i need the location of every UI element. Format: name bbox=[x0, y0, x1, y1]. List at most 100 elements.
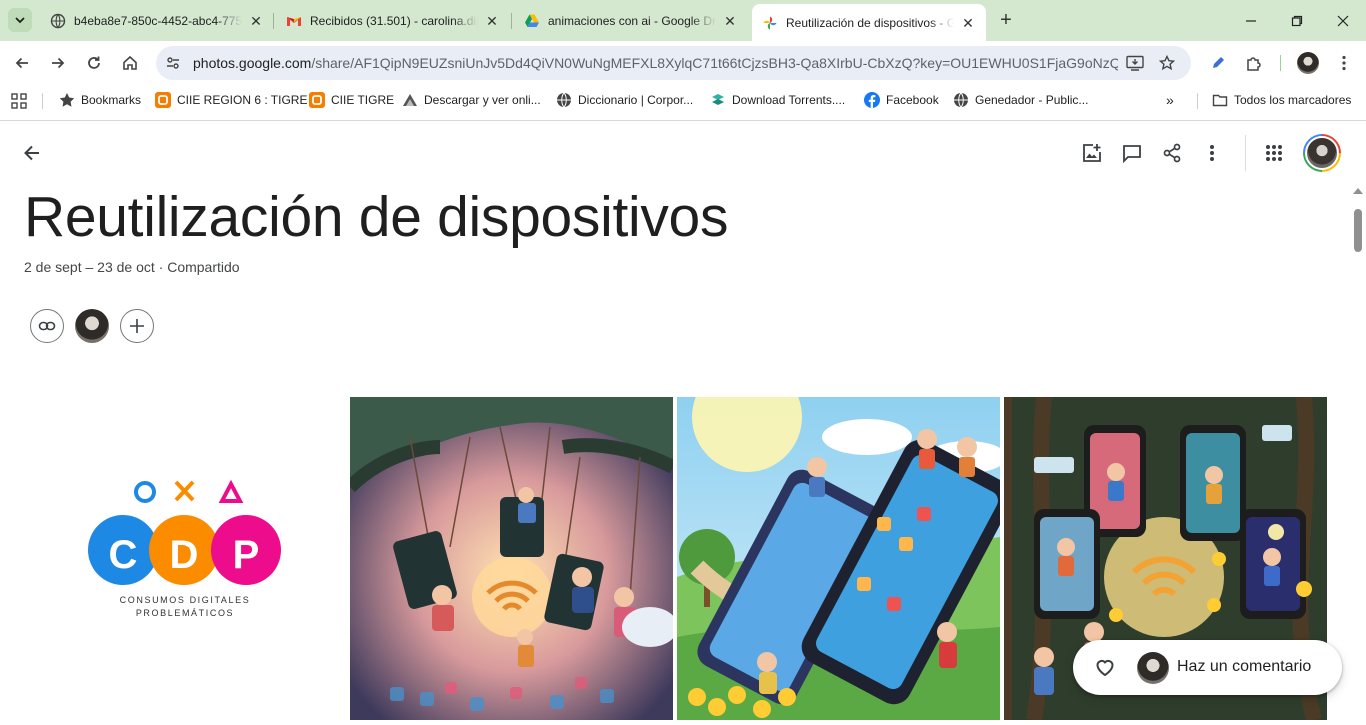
copy-link-button[interactable] bbox=[30, 309, 64, 343]
home-icon bbox=[123, 55, 137, 70]
gmail-icon bbox=[287, 17, 301, 26]
url-host: photos.google.com bbox=[193, 55, 312, 71]
photo-logo-cdp[interactable]: C D P CONSUMOS DIGITALES PROBLEMÁTICOS bbox=[24, 397, 346, 720]
tab-4-active[interactable]: Reutilización de dispositivos - G ✕ bbox=[752, 4, 986, 41]
restore-button[interactable] bbox=[1274, 0, 1320, 41]
close-icon[interactable]: ✕ bbox=[722, 13, 738, 29]
tab-search-button[interactable] bbox=[8, 8, 32, 32]
toolbar-divider bbox=[1280, 55, 1281, 71]
extensions-button[interactable] bbox=[1240, 49, 1268, 77]
link-icon bbox=[38, 321, 56, 331]
comment-icon bbox=[1123, 145, 1141, 163]
heart-icon[interactable] bbox=[1093, 655, 1117, 679]
share-icon bbox=[1163, 143, 1181, 163]
tab-1[interactable]: b4eba8e7-850c-4452-abc4-775 ✕ bbox=[40, 6, 274, 36]
comments-button[interactable] bbox=[1116, 137, 1148, 169]
blogger-icon bbox=[309, 92, 325, 108]
folder-icon bbox=[1212, 94, 1228, 107]
google-apps-button[interactable] bbox=[1258, 137, 1290, 169]
browser-menu-button[interactable] bbox=[1330, 49, 1358, 77]
comment-prompt[interactable]: Haz un comentario bbox=[1177, 658, 1311, 676]
tab-3[interactable]: animaciones con ai - Google Dr ✕ bbox=[514, 6, 748, 36]
shared-member-avatar[interactable] bbox=[75, 309, 109, 343]
tab-2[interactable]: Recibidos (31.501) - carolina.dip ✕ bbox=[276, 6, 510, 36]
photo-phone-slide[interactable] bbox=[677, 397, 1000, 720]
browser-toolbar: photos.google.com/share/AF1QipN9EUZsniUn… bbox=[0, 41, 1366, 85]
bookmark-label: Descargar y ver onli... bbox=[424, 93, 541, 107]
chevron-down-icon bbox=[15, 17, 25, 24]
album-title[interactable]: Reutilización de dispositivos bbox=[24, 184, 728, 250]
album-subtitle: 2 de sept – 23 de oct · Compartido bbox=[24, 259, 240, 275]
close-icon[interactable]: ✕ bbox=[484, 13, 500, 29]
tab-divider bbox=[511, 13, 512, 29]
address-bar[interactable]: photos.google.com/share/AF1QipN9EUZsniUn… bbox=[156, 46, 1191, 80]
bookmark-site-icon bbox=[403, 94, 417, 106]
back-button[interactable] bbox=[16, 137, 48, 169]
tab-title: animaciones con ai - Google Dr bbox=[548, 14, 716, 28]
url-path: /share/AF1QipN9EUZsniUnJv5Dd4QiVN0WuNgME… bbox=[311, 55, 1118, 71]
avatar bbox=[1305, 136, 1339, 170]
bookmark-item[interactable]: CIIE TIGRE bbox=[309, 92, 394, 108]
bookmark-label: Diccionario | Corpor... bbox=[578, 93, 694, 107]
new-tab-button[interactable]: + bbox=[994, 9, 1018, 33]
reload-button[interactable] bbox=[80, 49, 108, 77]
avatar bbox=[1297, 52, 1319, 74]
share-button[interactable] bbox=[1156, 137, 1188, 169]
bookmark-label: Genedador - Public... bbox=[975, 93, 1089, 107]
add-photos-button[interactable] bbox=[1076, 137, 1108, 169]
page-scrollbar[interactable] bbox=[1350, 185, 1366, 720]
comment-bar[interactable]: Haz un comentario bbox=[1073, 640, 1342, 695]
globe-icon bbox=[954, 92, 968, 108]
tab-strip: b4eba8e7-850c-4452-abc4-775 ✕ Recibidos … bbox=[0, 0, 1366, 41]
close-icon bbox=[1337, 15, 1349, 26]
account-avatar[interactable] bbox=[1303, 134, 1341, 172]
facebook-icon bbox=[864, 92, 880, 108]
bookmark-item[interactable]: Facebook bbox=[864, 92, 939, 108]
more-vert-icon bbox=[1342, 55, 1346, 71]
bookmark-item[interactable]: Download Torrents.... bbox=[710, 92, 845, 108]
illustration-image bbox=[677, 397, 1000, 720]
bookmark-label: Bookmarks bbox=[81, 93, 142, 107]
bookmark-item[interactable]: Genedador - Public... bbox=[953, 92, 1088, 108]
bookmark-label: Todos los marcadores bbox=[1234, 93, 1352, 107]
bookmark-item[interactable]: Bookmarks bbox=[59, 92, 141, 108]
arrow-left-icon bbox=[15, 57, 28, 69]
globe-icon bbox=[557, 92, 571, 108]
scroll-up-icon[interactable] bbox=[1353, 188, 1363, 194]
scrollbar-thumb[interactable] bbox=[1354, 209, 1362, 252]
bookmark-label: CIIE REGION 6 : TIGRE bbox=[177, 93, 308, 107]
extension-pen-button[interactable] bbox=[1204, 49, 1232, 77]
home-button[interactable] bbox=[116, 49, 144, 77]
blogger-icon bbox=[155, 92, 171, 108]
logo-letter-c: C bbox=[108, 533, 138, 577]
apps-grid-icon[interactable] bbox=[11, 93, 27, 109]
minimize-button[interactable] bbox=[1228, 0, 1274, 41]
bookmark-star-icon[interactable] bbox=[1159, 55, 1175, 71]
arrow-left-icon bbox=[24, 145, 39, 161]
bookmark-label: Facebook bbox=[886, 93, 939, 107]
logo-caption-2: PROBLEMÁTICOS bbox=[135, 608, 235, 618]
more-vert-icon bbox=[1210, 145, 1214, 161]
profile-button[interactable] bbox=[1294, 49, 1322, 77]
restore-icon bbox=[1291, 15, 1303, 26]
logo-letter-d: D bbox=[169, 533, 199, 577]
back-button[interactable] bbox=[8, 49, 36, 77]
tab-divider bbox=[273, 13, 274, 29]
close-icon[interactable]: ✕ bbox=[960, 15, 976, 31]
logo-letter-p: P bbox=[232, 533, 260, 577]
all-bookmarks-folder[interactable]: Todos los marcadores bbox=[1212, 92, 1351, 108]
close-icon[interactable]: ✕ bbox=[248, 13, 264, 29]
bookmark-label: CIIE TIGRE bbox=[331, 93, 395, 107]
more-options-button[interactable] bbox=[1196, 137, 1228, 169]
site-info-icon[interactable] bbox=[165, 55, 181, 71]
install-app-icon[interactable] bbox=[1126, 55, 1144, 71]
bookmark-item[interactable]: Diccionario | Corpor... bbox=[556, 92, 693, 108]
close-window-button[interactable] bbox=[1320, 0, 1366, 41]
add-people-button[interactable] bbox=[120, 309, 154, 343]
forward-button[interactable] bbox=[44, 49, 72, 77]
pen-icon bbox=[1213, 57, 1224, 68]
bookmark-item[interactable]: Descargar y ver onli... bbox=[402, 92, 541, 108]
bookmark-item[interactable]: CIIE REGION 6 : TIGRE bbox=[155, 92, 307, 108]
more-bookmarks-button[interactable]: » bbox=[1166, 92, 1174, 108]
photo-swings[interactable] bbox=[350, 397, 673, 720]
